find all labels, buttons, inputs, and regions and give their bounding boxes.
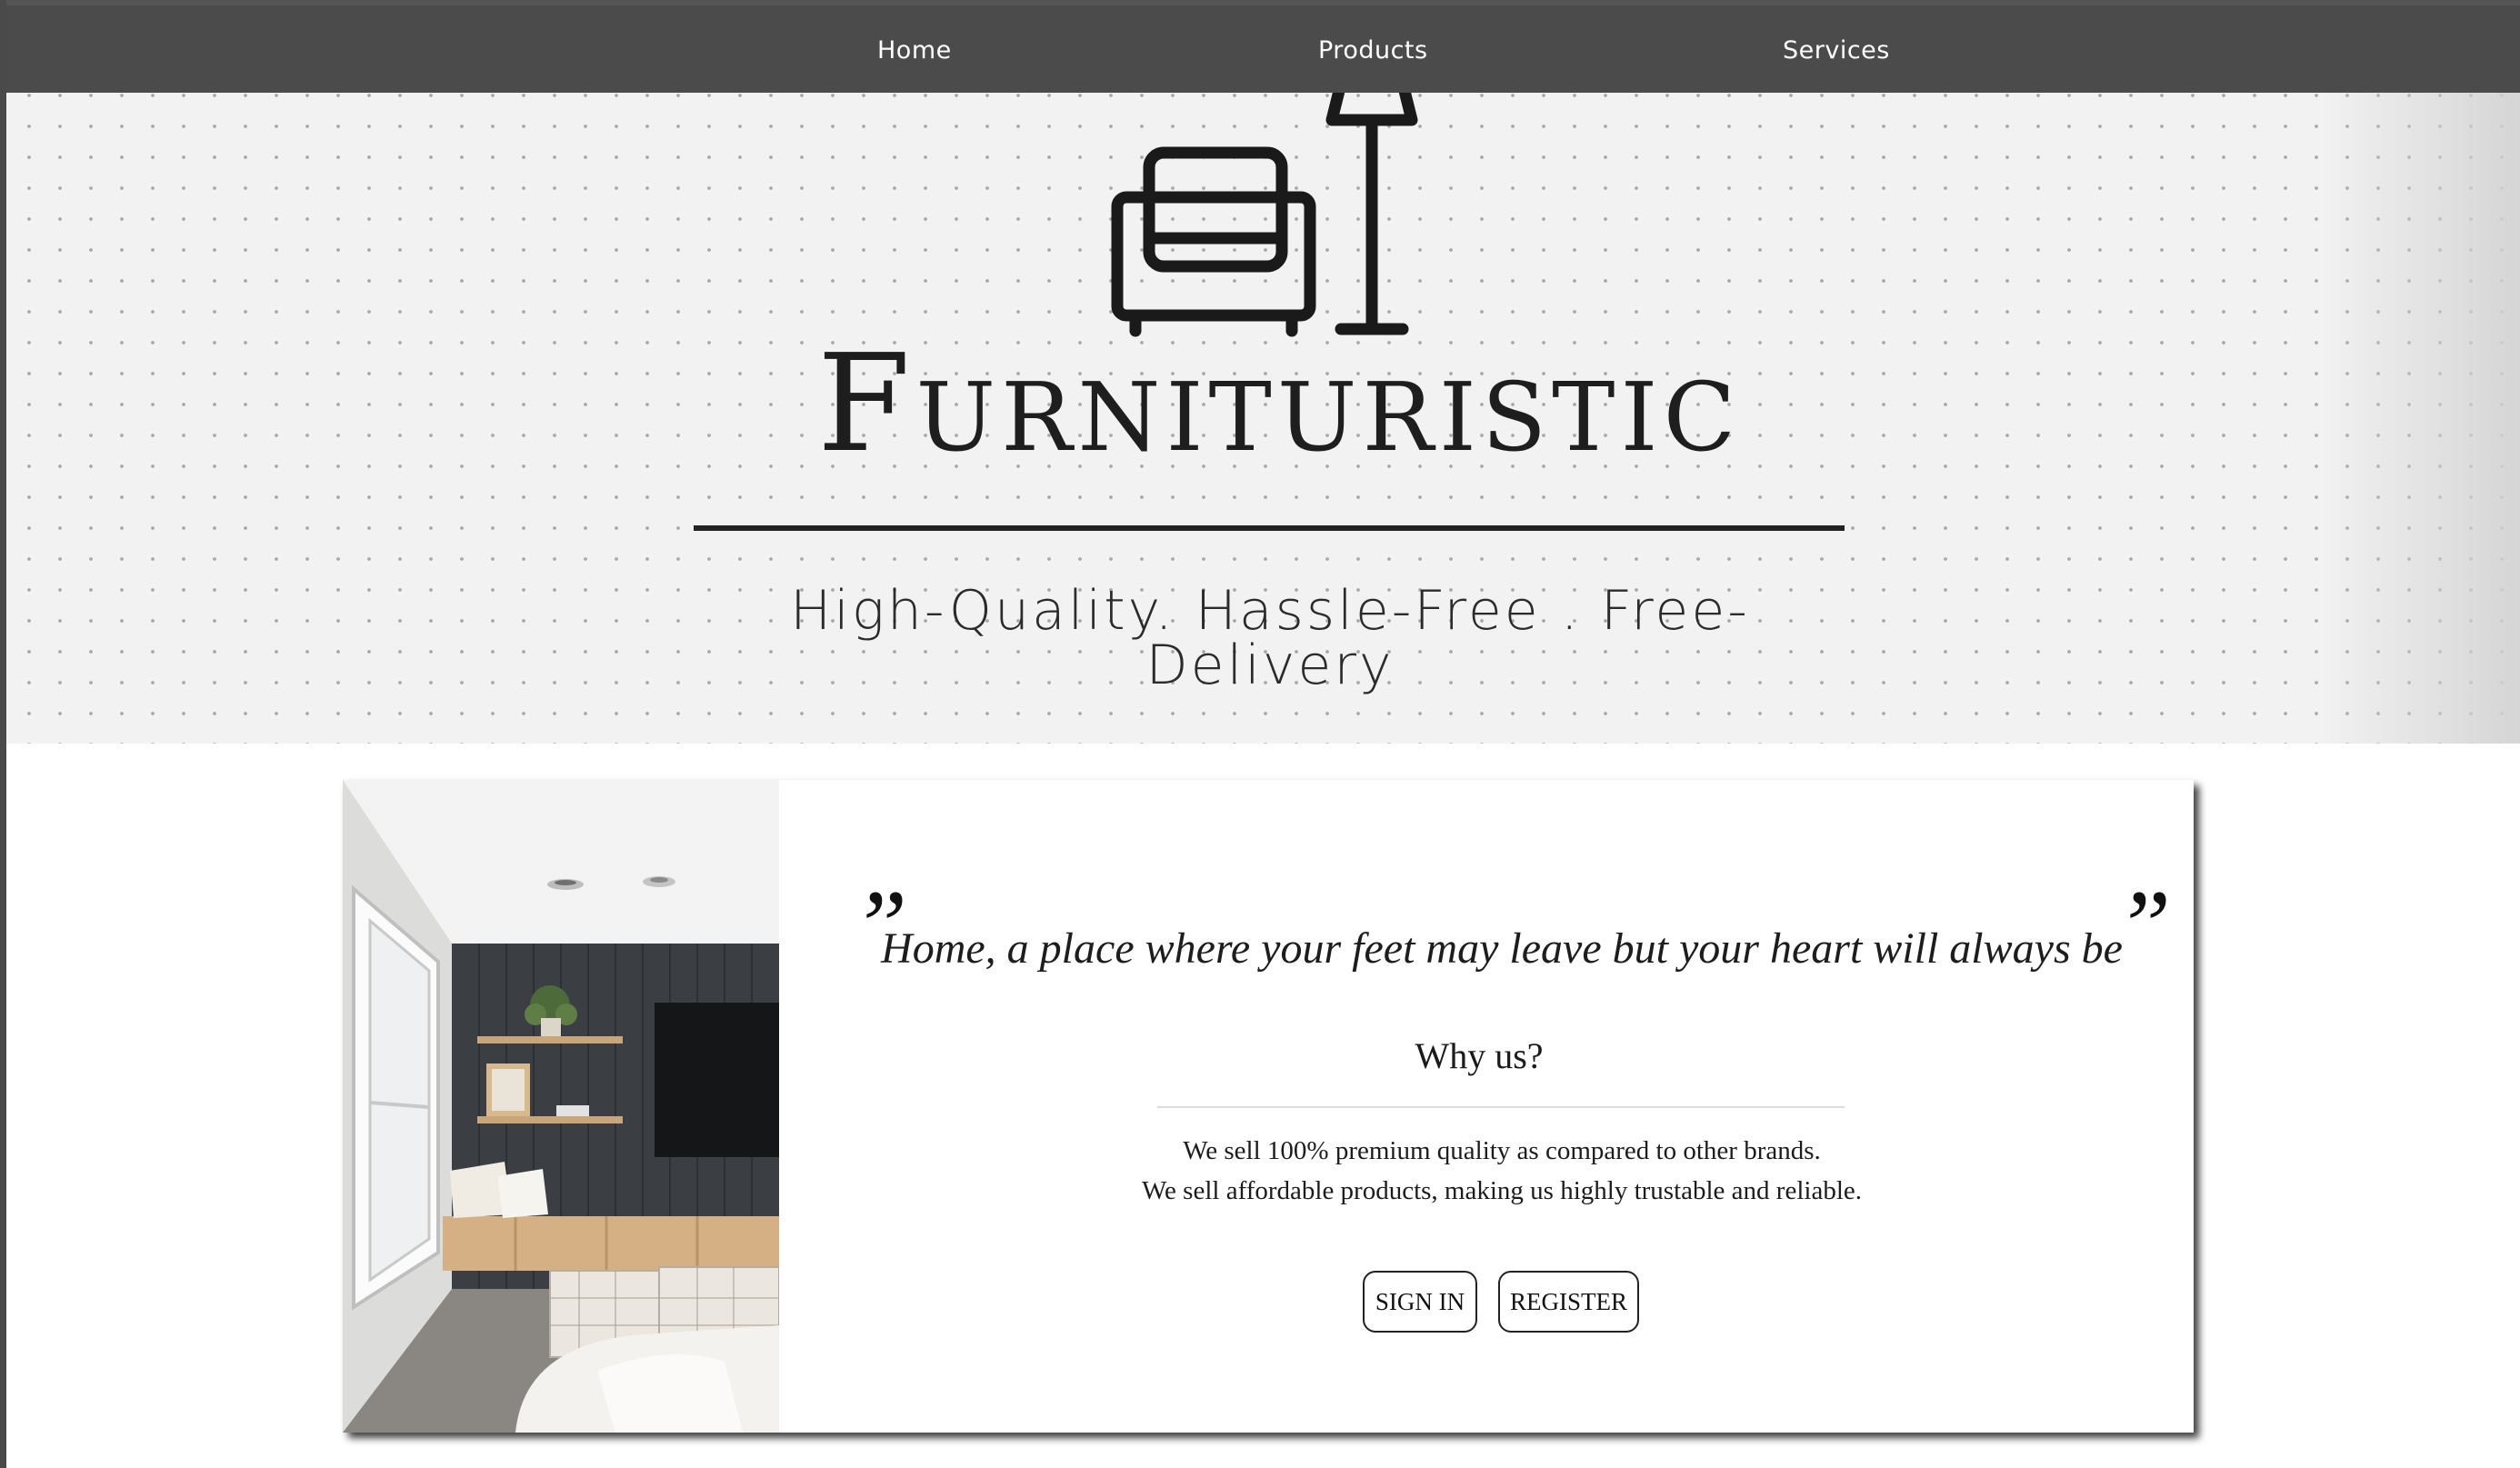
window-left-edge [0,0,6,1468]
nav-item-home[interactable]: Home [877,36,952,65]
brand-tagline: High-Quality. Hassle-Free . Free-Deliver… [790,579,1750,697]
brand-name: Furnituristic [816,325,1742,482]
quote-close-mark: ” [2115,870,2172,981]
sign-in-button[interactable]: SIGN IN [1363,1271,1477,1333]
reason-premium-quality: We sell 100% premium quality as compared… [1183,1136,1821,1165]
nav-item-services[interactable]: Services [1783,36,1890,65]
why-us-divider [1157,1106,1845,1108]
armchair-icon [1111,146,1316,337]
about-card: ” Home, a place where your feet may leav… [343,780,2194,1433]
nav-item-products[interactable]: Products [1318,36,1428,65]
home-quote: Home, a place where your feet may leave … [881,924,2123,973]
top-navigation: Home Products Services [6,5,2520,93]
register-button[interactable]: REGISTER [1498,1271,1639,1333]
floor-lamp-icon [1325,93,1418,335]
why-us-heading: Why us? [1415,1035,1544,1076]
living-room-photo [343,780,779,1433]
brand-underline [694,525,1845,531]
hero-banner: Furnituristic High-Quality. Hassle-Free … [6,93,2520,744]
reason-affordable: We sell affordable products, making us h… [1142,1176,1862,1205]
